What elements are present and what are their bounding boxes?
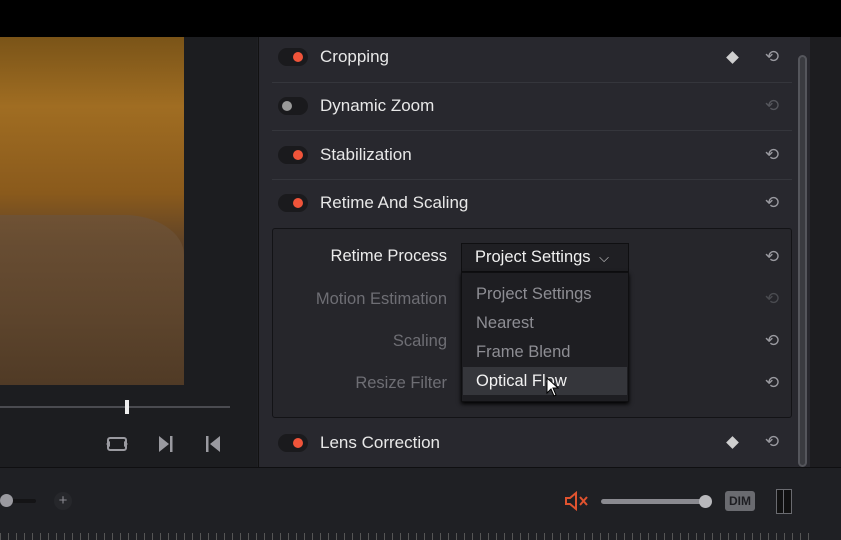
lens-correction-toggle[interactable] bbox=[278, 434, 308, 452]
volume-slider[interactable] bbox=[601, 499, 706, 504]
dynamic-zoom-toggle[interactable] bbox=[278, 97, 308, 115]
option-optical-flow[interactable]: Optical Flow bbox=[463, 367, 627, 395]
audio-meter bbox=[776, 489, 792, 514]
section-cropping[interactable]: Cropping bbox=[272, 33, 792, 81]
retime-process-label: Retime Process bbox=[330, 247, 447, 265]
dropdown-value: Project Settings bbox=[475, 248, 591, 266]
reset-icon[interactable]: ⟲ bbox=[762, 331, 782, 351]
volume-slider-handle[interactable] bbox=[699, 495, 712, 508]
section-retime-and-scaling[interactable]: Retime And Scaling bbox=[272, 179, 792, 227]
dim-button[interactable]: DIM bbox=[725, 491, 755, 511]
section-label: Cropping bbox=[320, 47, 389, 66]
motion-estimation-label: Motion Estimation bbox=[315, 290, 447, 308]
next-frame-icon[interactable] bbox=[153, 432, 177, 456]
dropdown-menu: Project Settings Nearest Frame Blend Opt… bbox=[461, 272, 629, 402]
retime-process-dropdown[interactable]: Project Settings ⌵ bbox=[461, 243, 629, 272]
reset-icon[interactable]: ⟲ bbox=[762, 47, 782, 67]
chevron-down-icon: ⌵ bbox=[599, 250, 610, 265]
zoom-in-button[interactable]: + bbox=[54, 492, 72, 510]
reset-icon[interactable]: ⟲ bbox=[762, 373, 782, 393]
loop-icon[interactable] bbox=[105, 432, 129, 456]
reset-icon[interactable]: ⟲ bbox=[762, 432, 782, 452]
section-label: Dynamic Zoom bbox=[320, 96, 435, 115]
reset-icon[interactable]: ⟲ bbox=[762, 247, 782, 267]
reset-icon[interactable]: ⟲ bbox=[762, 193, 782, 213]
option-frame-blend[interactable]: Frame Blend bbox=[463, 338, 627, 366]
top-bar bbox=[0, 0, 841, 37]
playhead[interactable] bbox=[125, 400, 129, 414]
mouse-cursor-icon bbox=[546, 377, 560, 397]
section-label: Stabilization bbox=[320, 145, 412, 164]
speaker-muted-icon[interactable] bbox=[564, 491, 590, 511]
resize-filter-label: Resize Filter bbox=[355, 374, 447, 392]
cropping-toggle[interactable] bbox=[278, 48, 308, 66]
timeline-ruler[interactable] bbox=[0, 533, 810, 540]
stabilization-toggle[interactable] bbox=[278, 146, 308, 164]
reset-icon[interactable]: ⟲ bbox=[762, 289, 782, 309]
scaling-label: Scaling bbox=[392, 332, 447, 350]
section-label: Retime And Scaling bbox=[320, 193, 469, 212]
bottom-bar bbox=[0, 467, 841, 540]
video-frame-road bbox=[0, 215, 184, 385]
right-strip bbox=[810, 37, 841, 467]
zoom-slider-handle[interactable] bbox=[0, 494, 13, 507]
retime-toggle[interactable] bbox=[278, 194, 308, 212]
reset-icon[interactable]: ⟲ bbox=[762, 96, 782, 116]
viewer-scrubber[interactable] bbox=[0, 406, 230, 408]
option-project-settings[interactable]: Project Settings bbox=[463, 280, 627, 308]
option-nearest[interactable]: Nearest bbox=[463, 309, 627, 337]
section-stabilization[interactable]: Stabilization bbox=[272, 131, 792, 179]
section-label: Lens Correction bbox=[320, 433, 441, 452]
section-lens-correction[interactable]: Lens Correction bbox=[272, 419, 792, 467]
section-dynamic-zoom[interactable]: Dynamic Zoom bbox=[272, 82, 792, 130]
previous-frame-icon[interactable] bbox=[201, 432, 225, 456]
reset-icon[interactable]: ⟲ bbox=[762, 145, 782, 165]
inspector-scrollbar[interactable] bbox=[798, 55, 807, 467]
